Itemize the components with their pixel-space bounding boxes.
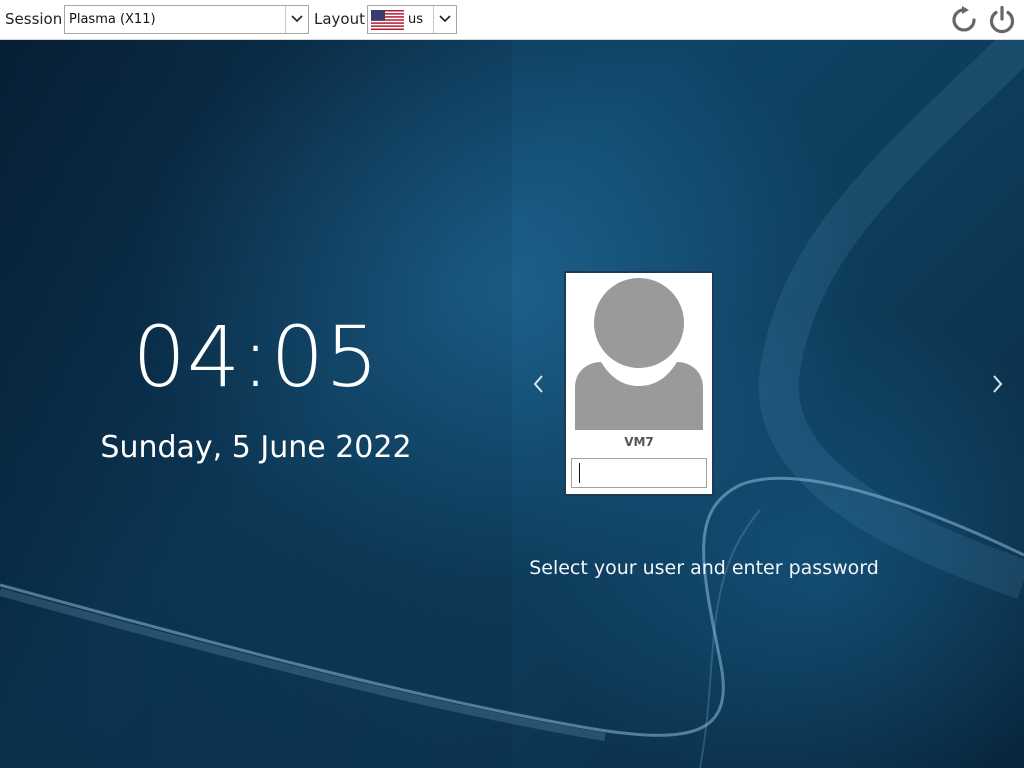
chevron-down-icon[interactable] [285, 6, 308, 33]
user-name: VM7 [624, 435, 654, 449]
user-card[interactable]: VM7 [564, 271, 714, 496]
restart-button[interactable] [950, 5, 980, 35]
restart-icon [952, 6, 976, 32]
password-input[interactable] [571, 458, 707, 488]
next-user-button[interactable] [989, 373, 1005, 395]
avatar-icon [575, 278, 703, 430]
shutdown-button[interactable] [987, 5, 1017, 35]
layout-label: Layout [314, 10, 365, 28]
chevron-left-icon [533, 375, 543, 393]
previous-user-button[interactable] [531, 373, 547, 395]
power-icon [989, 5, 1015, 34]
layout-value: us [408, 12, 424, 27]
clock-date: Sunday, 5 June 2022 [100, 430, 412, 465]
session-select[interactable]: Plasma (X11) [64, 5, 309, 34]
login-hint: Select your user and enter password [529, 557, 879, 579]
chevron-right-icon [993, 375, 1003, 393]
layout-select[interactable]: us [367, 5, 457, 34]
session-value: Plasma (X11) [69, 12, 156, 27]
session-label: Session [5, 10, 63, 28]
top-bar: Session Plasma (X11) Layout us [0, 0, 1024, 40]
clock-time: 04:05 [132, 308, 380, 406]
us-flag-icon [371, 10, 404, 30]
chevron-down-icon[interactable] [433, 6, 456, 33]
text-caret [579, 463, 580, 483]
